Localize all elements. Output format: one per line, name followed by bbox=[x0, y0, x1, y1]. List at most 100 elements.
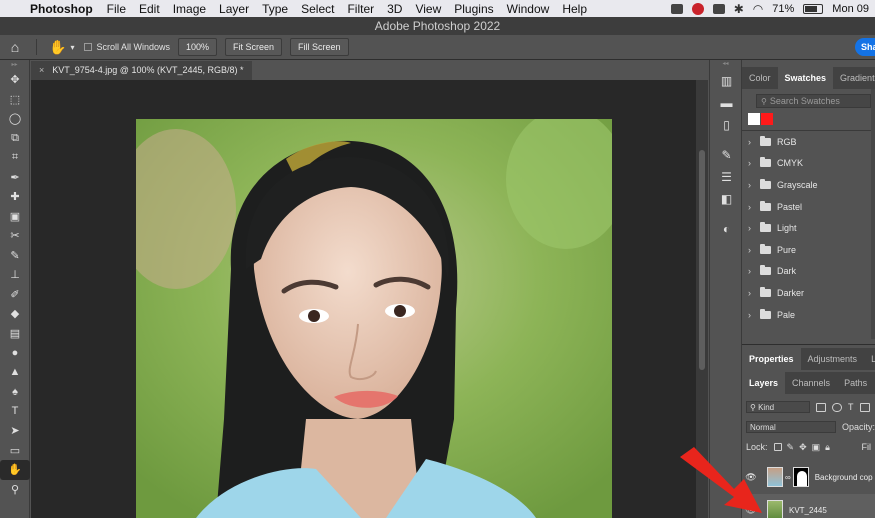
swatch-white[interactable] bbox=[748, 113, 760, 125]
layer-name[interactable]: Background cop bbox=[815, 473, 873, 482]
layer-thumbnail[interactable] bbox=[767, 500, 783, 518]
tab-swatches[interactable]: Swatches bbox=[777, 67, 834, 89]
crop-tool-icon[interactable]: ⌗ bbox=[0, 148, 30, 168]
fit-screen-button[interactable]: Fit Screen bbox=[225, 38, 283, 56]
zoom-tool-icon[interactable]: ⚲ bbox=[0, 480, 30, 500]
type-filter-icon[interactable]: T bbox=[848, 402, 854, 412]
layer-mask-thumbnail[interactable] bbox=[792, 467, 809, 487]
scrollbar-thumb[interactable] bbox=[699, 150, 705, 370]
object-select-tool-icon[interactable]: ⧉ bbox=[0, 129, 30, 149]
rectangle-tool-icon[interactable]: ▭ bbox=[0, 441, 30, 461]
blend-mode-dropdown[interactable]: Normal bbox=[746, 421, 836, 433]
pen-tool-icon[interactable]: ♠ bbox=[0, 382, 30, 402]
chevron-right-icon[interactable]: › bbox=[748, 137, 758, 147]
menu-file[interactable]: File bbox=[107, 2, 126, 16]
layer-name[interactable]: KVT_2445 bbox=[789, 506, 827, 515]
lock-transparent-icon[interactable] bbox=[773, 443, 782, 451]
lock-artboard-icon[interactable]: ▣ bbox=[812, 442, 821, 453]
document-tab[interactable]: × KVT_9754-4.jpg @ 100% (KVT_2445, RGB/8)… bbox=[31, 61, 252, 80]
adjustment-filter-icon[interactable] bbox=[832, 402, 842, 412]
swatches-scrollbar[interactable] bbox=[871, 89, 875, 339]
blur-tool-icon[interactable]: ● bbox=[0, 343, 30, 363]
swatch-red[interactable] bbox=[761, 113, 773, 125]
swatch-group-row[interactable]: › Pale bbox=[742, 304, 875, 326]
chevron-right-icon[interactable]: › bbox=[748, 288, 758, 298]
menu-select[interactable]: Select bbox=[301, 2, 334, 16]
tab-libraries[interactable]: Lib bbox=[864, 348, 875, 370]
lock-position-icon[interactable]: ✥ bbox=[799, 442, 807, 453]
tab-color[interactable]: Color bbox=[742, 67, 778, 89]
close-tab-icon[interactable]: × bbox=[39, 65, 44, 75]
pixel-filter-icon[interactable] bbox=[816, 402, 826, 412]
chevron-right-icon[interactable]: › bbox=[748, 223, 758, 233]
brush-settings-icon[interactable]: ✎ bbox=[710, 144, 743, 166]
wifi-icon[interactable]: ◠ bbox=[753, 2, 763, 16]
chevron-right-icon[interactable]: › bbox=[748, 266, 758, 276]
type-tool-icon[interactable]: T bbox=[0, 402, 30, 422]
swatch-group-row[interactable]: › Pastel bbox=[742, 196, 875, 218]
swatch-group-row[interactable]: › Dark bbox=[742, 261, 875, 283]
layer-thumbnail[interactable] bbox=[767, 467, 783, 487]
swatch-group-row[interactable]: › RGB bbox=[742, 131, 875, 153]
brush-tool-icon[interactable]: ✎ bbox=[0, 246, 30, 266]
grid-icon[interactable] bbox=[712, 3, 725, 14]
swatch-group-row[interactable]: › Light bbox=[742, 217, 875, 239]
lasso-tool-icon[interactable]: ◯ bbox=[0, 109, 30, 129]
chevron-down-icon[interactable]: ▾ bbox=[70, 43, 74, 52]
frame-tool-icon[interactable]: ▣ bbox=[0, 207, 30, 227]
lock-all-icon[interactable]: 🔒︎ bbox=[825, 442, 830, 453]
menu-window[interactable]: Window bbox=[507, 2, 550, 16]
panel-grip[interactable]: ▸▸ bbox=[0, 60, 29, 70]
tool-presets-icon[interactable]: ◧ bbox=[710, 188, 743, 210]
move-tool-icon[interactable]: ✥ bbox=[0, 70, 30, 90]
bluetooth-icon[interactable]: ✱ bbox=[734, 2, 744, 16]
chevron-right-icon[interactable]: › bbox=[748, 245, 758, 255]
chevron-right-icon[interactable]: › bbox=[748, 158, 758, 168]
canvas-area[interactable] bbox=[31, 80, 696, 518]
menu-3d[interactable]: 3D bbox=[387, 2, 402, 16]
gradient-tool-icon[interactable]: ▤ bbox=[0, 324, 30, 344]
layer-kind-filter[interactable]: ⚲ Kind bbox=[746, 401, 810, 413]
clock[interactable]: Mon 09 bbox=[832, 3, 869, 15]
history-brush-tool-icon[interactable]: ✐ bbox=[0, 285, 30, 305]
tab-paths[interactable]: Paths bbox=[837, 372, 874, 394]
scroll-all-label[interactable]: Scroll All Windows bbox=[96, 42, 170, 52]
link-chain-icon[interactable]: ∞ bbox=[785, 473, 791, 482]
tab-gradients[interactable]: Gradients bbox=[833, 67, 875, 89]
comments-icon[interactable]: ▬ bbox=[710, 92, 743, 114]
zoom-100-button[interactable]: 100% bbox=[177, 38, 218, 56]
chevron-right-icon[interactable]: › bbox=[748, 310, 758, 320]
tab-properties[interactable]: Properties bbox=[742, 348, 801, 370]
hand-tool-icon[interactable]: ✋ bbox=[0, 460, 30, 480]
menu-view[interactable]: View bbox=[415, 2, 441, 16]
path-select-tool-icon[interactable]: ➤ bbox=[0, 421, 30, 441]
menu-edit[interactable]: Edit bbox=[139, 2, 160, 16]
battery-icon[interactable] bbox=[803, 3, 824, 14]
menu-type[interactable]: Type bbox=[262, 2, 288, 16]
menu-image[interactable]: Image bbox=[173, 2, 206, 16]
clone-stamp-tool-icon[interactable]: ⊥ bbox=[0, 265, 30, 285]
shape-filter-icon[interactable] bbox=[859, 402, 870, 412]
menu-plugins[interactable]: Plugins bbox=[454, 2, 493, 16]
tab-channels[interactable]: Channels bbox=[785, 372, 837, 394]
patch-tool-icon[interactable]: ✂ bbox=[0, 226, 30, 246]
menu-layer[interactable]: Layer bbox=[219, 2, 249, 16]
chevron-right-icon[interactable]: › bbox=[748, 180, 758, 190]
tab-adjustments[interactable]: Adjustments bbox=[801, 348, 865, 370]
panel-grip[interactable]: ◂◂ bbox=[710, 60, 741, 70]
info-icon[interactable]: ▯ bbox=[710, 114, 743, 136]
scroll-all-checkbox[interactable] bbox=[84, 43, 93, 51]
lock-pixels-icon[interactable]: ✎ bbox=[787, 442, 795, 453]
chevron-right-icon[interactable]: › bbox=[748, 202, 758, 212]
menu-filter[interactable]: Filter bbox=[347, 2, 374, 16]
swatch-group-row[interactable]: › CMYK bbox=[742, 153, 875, 175]
creative-cloud-icon[interactable] bbox=[670, 3, 683, 14]
libraries-icon[interactable]: ◐ bbox=[710, 218, 743, 240]
app-menu[interactable]: Photoshop bbox=[30, 2, 93, 16]
dodge-tool-icon[interactable]: ▲ bbox=[0, 363, 30, 383]
vpn-icon[interactable] bbox=[691, 2, 704, 15]
healing-brush-tool-icon[interactable]: ✚ bbox=[0, 187, 30, 207]
swatch-group-row[interactable]: › Grayscale bbox=[742, 174, 875, 196]
fill-screen-button[interactable]: Fill Screen bbox=[290, 38, 349, 56]
swatch-search-input[interactable]: ⚲ Search Swatches bbox=[756, 94, 871, 108]
